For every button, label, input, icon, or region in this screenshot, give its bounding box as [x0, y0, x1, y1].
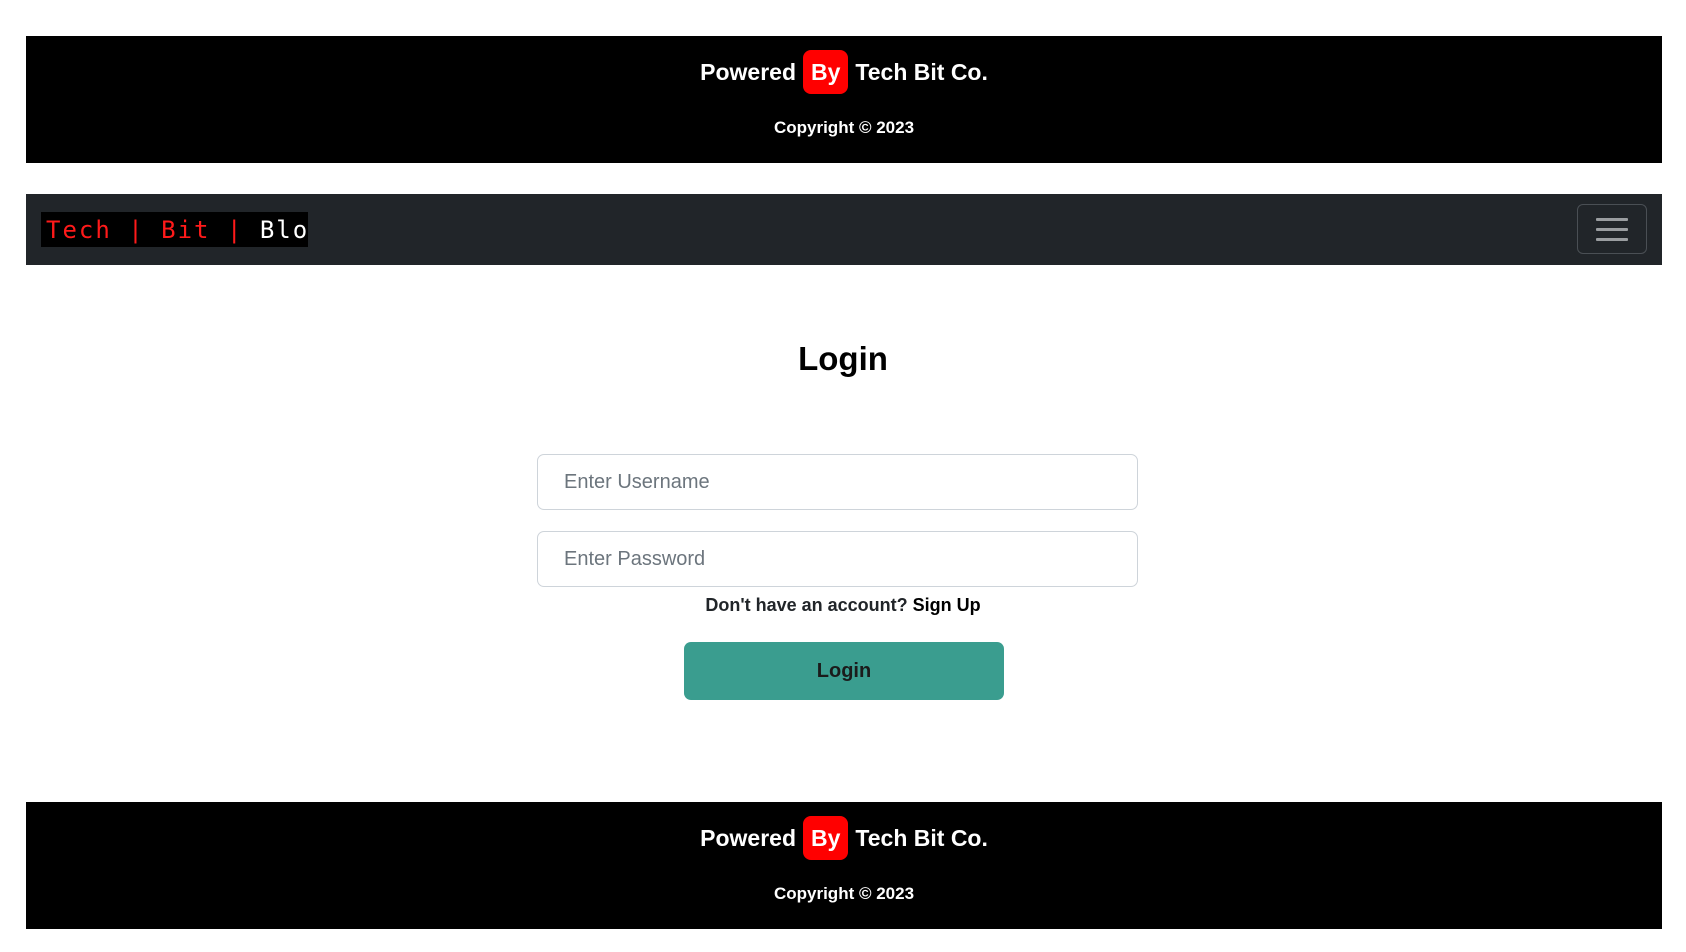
signup-link[interactable]: Sign Up	[913, 595, 981, 615]
powered-by-line: Powered By Tech Bit Co.	[26, 50, 1662, 94]
by-badge: By	[803, 816, 849, 860]
signup-prompt: Don't have an account? Sign Up	[0, 595, 1686, 616]
password-input[interactable]	[537, 531, 1138, 587]
hamburger-menu-icon	[1596, 237, 1628, 241]
powered-label: Powered	[700, 58, 796, 85]
navbar-toggler-button[interactable]	[1577, 204, 1647, 254]
top-footer: Powered By Tech Bit Co. Copyright © 2023	[26, 36, 1662, 163]
powered-label: Powered	[700, 824, 796, 851]
copyright-text: Copyright © 2023	[773, 884, 915, 903]
page: Powered By Tech Bit Co. Copyright © 2023…	[0, 0, 1686, 952]
brand-blog: Blog	[259, 215, 308, 244]
bottom-footer: Powered By Tech Bit Co. Copyright © 2023	[26, 802, 1662, 929]
company-name: Tech Bit Co.	[855, 824, 988, 851]
login-button[interactable]: Login	[684, 642, 1004, 700]
by-badge: By	[803, 50, 849, 94]
hamburger-menu-icon	[1596, 217, 1628, 221]
hamburger-menu-icon	[1596, 227, 1628, 231]
page-title: Login	[798, 340, 888, 377]
brand-logo[interactable]: Tech | Bit | Blog	[41, 212, 308, 247]
navbar: Tech | Bit | Blog	[26, 194, 1662, 265]
no-account-text: Don't have an account?	[705, 595, 913, 615]
brand-tech-bit: Tech | Bit |	[46, 215, 260, 244]
powered-by-line: Powered By Tech Bit Co.	[26, 816, 1662, 860]
company-name: Tech Bit Co.	[855, 58, 988, 85]
copyright-text: Copyright © 2023	[773, 118, 915, 137]
username-input[interactable]	[537, 454, 1138, 510]
